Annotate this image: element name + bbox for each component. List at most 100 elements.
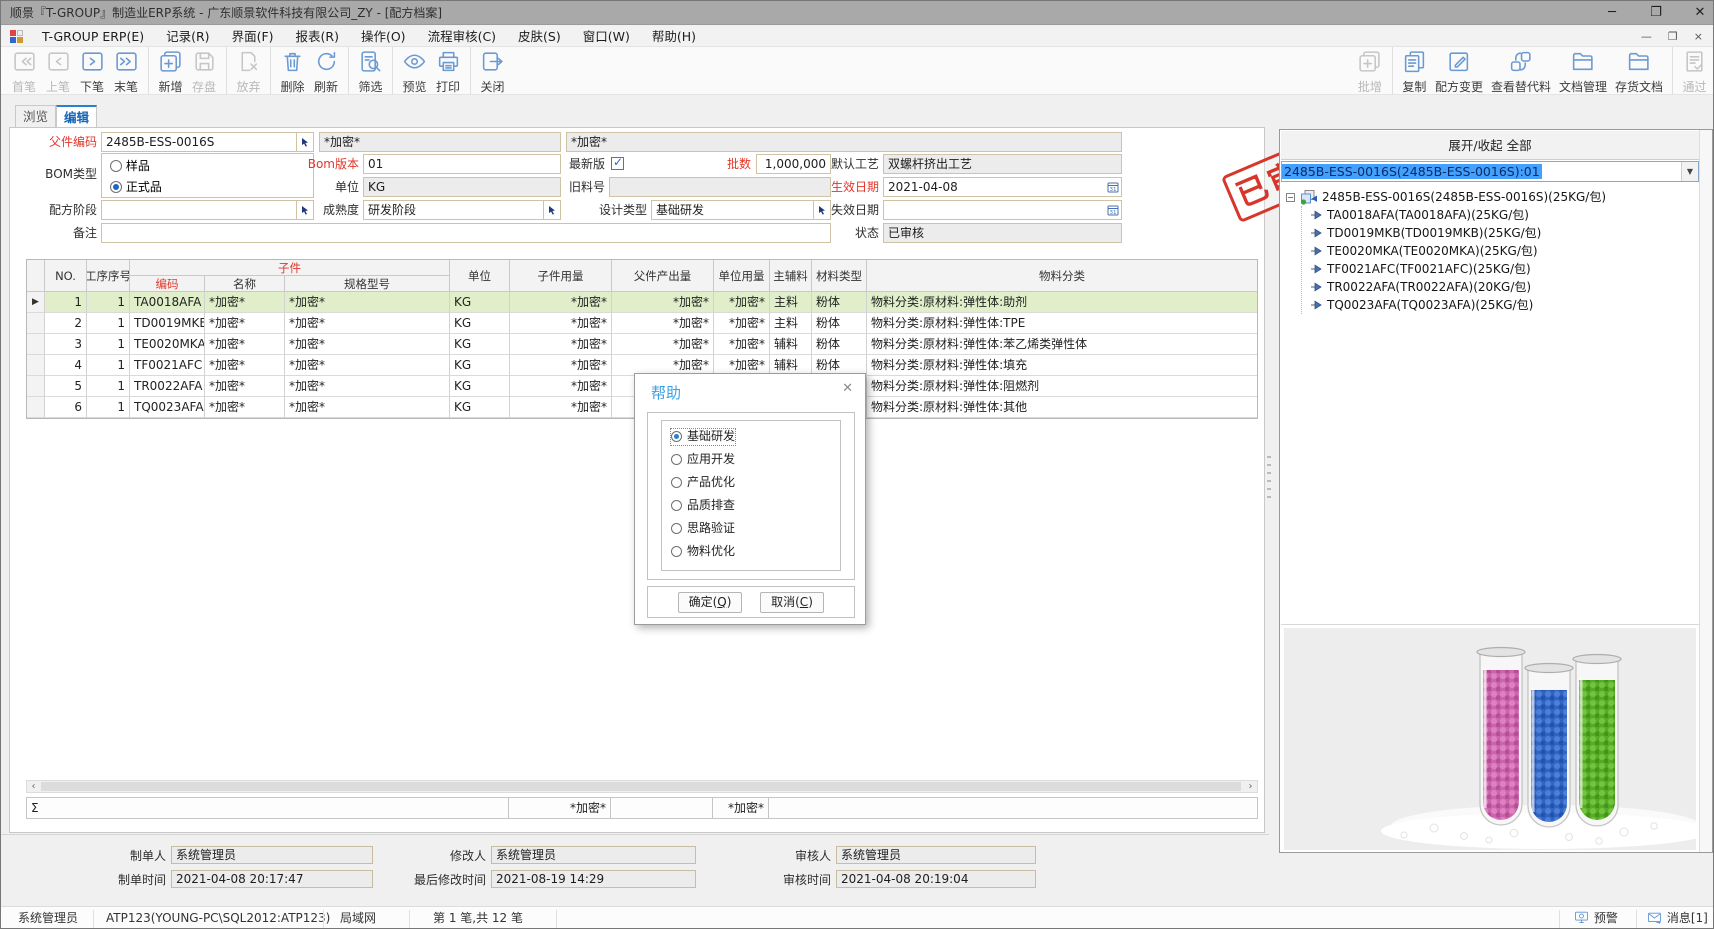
maximize-icon[interactable]: ❐ (1647, 1, 1665, 25)
effective-date-input[interactable]: 2021-04-08 (883, 177, 1105, 197)
toolbar-button-icon (1508, 49, 1533, 74)
menu-item[interactable]: 记录(R) (155, 29, 220, 44)
table-row[interactable]: 3 1 TE0020MKA *加密* *加密* KG *加密* *加密* *加密… (27, 334, 1257, 355)
effective-date-calendar-button[interactable]: 31 (1104, 177, 1122, 197)
vertical-scrollbar[interactable] (1699, 130, 1712, 852)
tree-child-node[interactable]: TF0021AFC(TF0021AFC)(25KG/包) (1302, 260, 1691, 278)
bom-type-option[interactable]: 样品 (110, 157, 162, 174)
header-marker-cell (27, 260, 45, 292)
parent-code-input[interactable]: 2485B-ESS-0016S (101, 132, 297, 152)
toolbar-button[interactable]: 批增 (1353, 47, 1387, 95)
toolbar-button-icon (12, 49, 37, 74)
pin-icon (1310, 245, 1323, 257)
toolbar-button[interactable]: 新增 (148, 47, 187, 95)
tree-child-node[interactable]: TD0019MKB(TD0019MKB)(25KG/包) (1302, 224, 1691, 242)
cursor-arrow-icon (817, 205, 827, 215)
toolbar-button[interactable]: 刷新 (309, 47, 343, 95)
dialog-radio-option[interactable]: 应用开发 (671, 452, 735, 468)
maturity-lookup-button[interactable] (544, 200, 561, 220)
menu-item[interactable]: 皮肤(S) (507, 29, 572, 44)
menu-item[interactable]: 界面(F) (221, 29, 285, 44)
status-message[interactable]: 消息[1] (1646, 907, 1708, 929)
menu-item[interactable]: 窗口(W) (572, 29, 641, 44)
table-row[interactable]: 2 1 TD0019MKB *加密* *加密* KG *加密* *加密* *加密… (27, 313, 1257, 334)
toolbar-button[interactable]: 关闭 (470, 47, 509, 95)
bom-version-combobox[interactable]: 2485B-ESS-0016S(2485B-ESS-0016S):01 ▼ (1281, 161, 1699, 182)
maturity-input[interactable]: 研发阶段 (363, 200, 544, 220)
toolbar-button[interactable]: 存盘 (187, 47, 221, 95)
expire-date-calendar-button[interactable]: 31 (1104, 200, 1122, 220)
bom-type-option[interactable]: 正式品 (110, 178, 162, 195)
menu-item[interactable]: 操作(O) (350, 29, 417, 44)
toolbar-button[interactable]: 文档管理 (1555, 47, 1611, 95)
toolbar-button[interactable]: 上笔 (41, 47, 75, 95)
parent-code-lookup-button[interactable] (297, 132, 314, 152)
dialog-close-icon[interactable]: ✕ (842, 381, 853, 396)
status-alert[interactable]: 预警 (1573, 907, 1618, 929)
menu-item[interactable]: 报表(R) (285, 29, 350, 44)
toolbar-button[interactable]: 查看替代料 (1487, 47, 1555, 95)
audit-time-label: 审核时间 (761, 870, 831, 890)
scroll-left-icon[interactable]: ‹ (27, 779, 40, 794)
toolbar-button[interactable]: 配方变更 (1431, 47, 1487, 95)
mdi-minimize-icon[interactable]: — (1641, 26, 1652, 47)
toolbar-button[interactable]: 筛选 (348, 47, 387, 95)
dialog-radio-option[interactable]: 产品优化 (671, 475, 735, 491)
toolbar-button[interactable]: 放弃 (226, 47, 265, 95)
menu-item[interactable]: 帮助(H) (641, 29, 707, 44)
panel-splitter[interactable] (1267, 456, 1271, 502)
dialog-title: 帮助 (651, 382, 681, 403)
formula-stage-label: 配方阶段 (19, 200, 97, 220)
toolbar-button[interactable]: 通过 (1672, 47, 1711, 95)
scrollbar-thumb[interactable] (41, 782, 1241, 791)
menu-item[interactable]: T-GROUP ERP(E) (31, 29, 155, 44)
header-category: 物料分类 (867, 260, 1257, 292)
formula-stage-input[interactable] (101, 200, 297, 220)
latest-version-checkbox[interactable] (611, 157, 624, 170)
close-icon[interactable]: ✕ (1691, 1, 1709, 25)
scroll-right-icon[interactable]: › (1244, 779, 1257, 794)
expire-date-input[interactable] (883, 200, 1105, 220)
create-time-label: 制单时间 (96, 870, 166, 890)
cursor-arrow-icon (547, 205, 557, 215)
dialog-radio-option[interactable]: 品质排查 (671, 498, 735, 514)
ok-button[interactable]: 确定(Q) (678, 592, 742, 613)
toolbar-button[interactable]: 下笔 (75, 47, 109, 95)
horizontal-scrollbar[interactable]: ‹ › (26, 780, 1258, 793)
toolbar-button[interactable]: 预览 (392, 47, 431, 95)
mdi-restore-icon[interactable]: ❐ (1668, 26, 1678, 47)
toolbar-button-icon (436, 49, 461, 74)
minimize-icon[interactable]: ─ (1603, 1, 1621, 25)
chevron-down-icon[interactable]: ▼ (1681, 162, 1698, 181)
bom-root-icon (1299, 189, 1318, 205)
tab-edit[interactable]: 编辑 (56, 105, 97, 128)
toolbar-button[interactable]: 末笔 (109, 47, 143, 95)
toolbar-left-group: 首笔 上笔 下笔 末笔 新增 存盘 (7, 47, 509, 95)
tree-child-node[interactable]: TR0022AFA(TR0022AFA)(20KG/包) (1302, 278, 1691, 296)
table-row[interactable]: 1 1 TA0018AFA *加密* *加密* KG *加密* *加密* *加密… (27, 292, 1257, 313)
collapse-expander-icon[interactable]: − (1286, 193, 1295, 202)
tab-browse[interactable]: 浏览 (15, 105, 56, 128)
tree-child-node[interactable]: TE0020MKA(TE0020MKA)(25KG/包) (1302, 242, 1691, 260)
toolbar-button[interactable]: 删除 (270, 47, 309, 95)
design-type-input[interactable]: 基础研发 (651, 200, 814, 220)
status-record-position: 第 1 笔,共 12 笔 (433, 907, 523, 929)
menu-item[interactable]: 流程审核(C) (417, 29, 507, 44)
dialog-radio-option[interactable]: 基础研发 (671, 429, 735, 445)
toolbar-button[interactable]: 存货文档 (1611, 47, 1667, 95)
dialog-radio-option[interactable]: 思路验证 (671, 521, 735, 537)
tree-root-node[interactable]: − 2485B-ESS-0016S(2485B-ESS-0016S)(25KG/… (1286, 188, 1691, 206)
remark-input[interactable] (101, 223, 831, 243)
expand-collapse-all-button[interactable]: 展开/收起 全部 (1281, 131, 1699, 160)
batch-input[interactable]: 1,000,000 (756, 154, 831, 174)
bom-version-input[interactable]: 01 (363, 154, 561, 174)
cancel-button[interactable]: 取消(C) (760, 592, 824, 613)
bom-type-label: BOM类型 (19, 164, 97, 184)
tree-child-node[interactable]: TA0018AFA(TA0018AFA)(25KG/包) (1302, 206, 1691, 224)
mdi-close-icon[interactable]: × (1694, 26, 1703, 47)
tree-child-node[interactable]: TQ0023AFA(TQ0023AFA)(25KG/包) (1302, 296, 1691, 314)
toolbar-button[interactable]: 首笔 (7, 47, 41, 95)
dialog-radio-option[interactable]: 物料优化 (671, 544, 735, 560)
toolbar-button[interactable]: 复制 (1392, 47, 1431, 95)
toolbar-button[interactable]: 打印 (431, 47, 465, 95)
